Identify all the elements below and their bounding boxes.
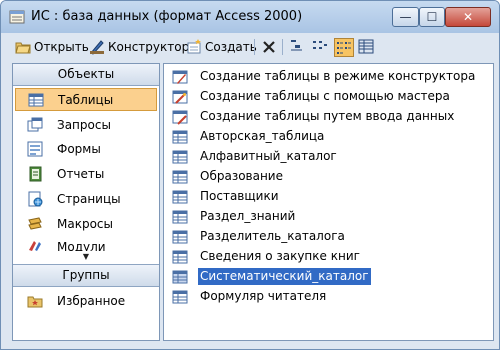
macro-icon: [28, 216, 42, 230]
list-item-label: Создание таблицы путем ввода данных: [200, 109, 455, 123]
table-icon: [172, 210, 188, 223]
close-icon: ✕: [462, 10, 474, 24]
small-icons-view-button[interactable]: [311, 38, 331, 57]
maximize-icon: ☐: [426, 10, 438, 24]
list-item-table[interactable]: Поставщики: [172, 187, 281, 206]
groups-header[interactable]: Группы: [13, 264, 159, 287]
nav-item-forms[interactable]: Формы: [15, 137, 157, 160]
nav-item-favorites[interactable]: Избранное: [15, 289, 157, 312]
small-icons-view-icon: [313, 41, 327, 49]
access-db-icon: [9, 10, 25, 24]
scroll-down-arrow[interactable]: ▼: [13, 251, 159, 262]
open-button[interactable]: Открыть: [15, 37, 89, 57]
report-icon: [29, 166, 42, 181]
page-icon: [28, 191, 43, 206]
maximize-button[interactable]: ☐: [419, 7, 445, 27]
list-view-icon: [337, 42, 351, 54]
wizard-shortcut-icon: [172, 90, 188, 104]
details-view-button[interactable]: [357, 38, 377, 57]
list-item-label: Образование: [200, 169, 283, 183]
toolbar: Открыть Конструктор Создать: [1, 34, 499, 61]
nav-item-label: Таблицы: [58, 92, 114, 107]
list-item-shortcut-design[interactable]: Создание таблицы в режиме конструктора: [172, 67, 477, 86]
nav-item-label: Формы: [57, 141, 101, 156]
datasheet-shortcut-icon: [172, 110, 188, 125]
nav-item-label: Избранное: [57, 293, 126, 308]
database-window: ИС : база данных (формат Access 2000) — …: [0, 0, 500, 350]
list-item-label: Поставщики: [200, 189, 279, 203]
design-icon: [90, 40, 104, 55]
design-label: Конструктор: [108, 40, 190, 54]
table-icon: [172, 290, 188, 303]
list-item-shortcut-wizard[interactable]: Создание таблицы с помощью мастера: [172, 87, 452, 106]
nav-item-macros[interactable]: Макросы: [15, 212, 157, 235]
list-item-table[interactable]: Формуляр читателя: [172, 287, 328, 306]
table-icon: [172, 170, 188, 183]
list-item-table[interactable]: Раздел_знаний: [172, 207, 297, 226]
list-item-table[interactable]: Образование: [172, 167, 285, 186]
nav-item-label: Модули: [57, 240, 106, 251]
large-icons-view-icon: [291, 40, 302, 51]
open-icon: [15, 42, 31, 54]
table-icon: [172, 270, 188, 283]
create-button[interactable]: Создать: [186, 37, 257, 57]
objects-header[interactable]: Объекты: [13, 64, 159, 86]
list-item-shortcut-datasheet[interactable]: Создание таблицы путем ввода данных: [172, 107, 456, 126]
nav-item-modules[interactable]: Модули: [15, 236, 157, 251]
list-item-label: Сведения о закупке книг: [200, 249, 360, 263]
open-label: Открыть: [34, 40, 89, 54]
objects-bar: Объекты Таблицы Запросы Формы Отчеты Стр…: [12, 63, 160, 341]
minimize-icon: —: [399, 10, 412, 24]
list-item-label: Создание таблицы в режиме конструктора: [200, 69, 476, 83]
table-icon: [172, 130, 188, 143]
create-shortcut-icon: [172, 70, 188, 84]
table-icon: [172, 250, 188, 263]
list-item-label: Раздел_знаний: [200, 209, 296, 223]
list-view-button[interactable]: [334, 38, 354, 57]
details-view-icon: [358, 39, 374, 54]
list-item-table[interactable]: Алфавитный_каталог: [172, 147, 339, 166]
delete-icon: [263, 41, 275, 53]
nav-item-queries[interactable]: Запросы: [15, 113, 157, 136]
design-button[interactable]: Конструктор: [89, 37, 189, 57]
list-item-label: Создание таблицы с помощью мастера: [200, 89, 450, 103]
delete-button[interactable]: [261, 37, 280, 57]
create-icon: [187, 39, 201, 54]
nav-item-label: Страницы: [57, 191, 121, 206]
table-icon: [172, 150, 188, 163]
nav-item-pages[interactable]: Страницы: [15, 187, 157, 210]
list-item-label: Систематический_каталог: [198, 268, 371, 285]
title-bar[interactable]: ИС : база данных (формат Access 2000) — …: [1, 1, 499, 33]
list-item-label: Разделитель_каталога: [200, 229, 345, 243]
query-icon: [27, 117, 43, 131]
list-item-table[interactable]: Авторская_таблица: [172, 127, 326, 146]
list-item-label: Формуляр читателя: [200, 289, 327, 303]
table-icon: [28, 93, 44, 106]
list-item-label: Алфавитный_каталог: [200, 149, 337, 163]
nav-item-tables[interactable]: Таблицы: [15, 88, 157, 111]
toolbar-separator: [254, 39, 255, 55]
large-icons-view-button[interactable]: [288, 38, 308, 57]
nav-item-label: Отчеты: [57, 166, 105, 181]
object-list: Создание таблицы в режиме конструктора С…: [163, 63, 494, 341]
toolbar-separator: [282, 39, 283, 55]
form-icon: [27, 141, 43, 156]
nav-item-reports[interactable]: Отчеты: [15, 162, 157, 185]
list-item-table[interactable]: Сведения о закупке книг: [172, 247, 362, 266]
favorites-icon: [27, 296, 43, 307]
list-item-table[interactable]: Разделитель_каталога: [172, 227, 347, 246]
module-icon: [29, 241, 41, 251]
nav-item-label: Макросы: [57, 216, 113, 231]
create-label: Создать: [205, 40, 257, 54]
table-icon: [172, 190, 188, 203]
table-icon: [172, 230, 188, 243]
list-item-label: Авторская_таблица: [200, 129, 325, 143]
list-item-table-selected[interactable]: Систематический_каталог: [172, 267, 371, 286]
minimize-button[interactable]: —: [392, 7, 419, 27]
close-button[interactable]: ✕: [445, 7, 491, 27]
window-title: ИС : база данных (формат Access 2000): [31, 9, 303, 24]
nav-item-label: Запросы: [57, 117, 111, 132]
